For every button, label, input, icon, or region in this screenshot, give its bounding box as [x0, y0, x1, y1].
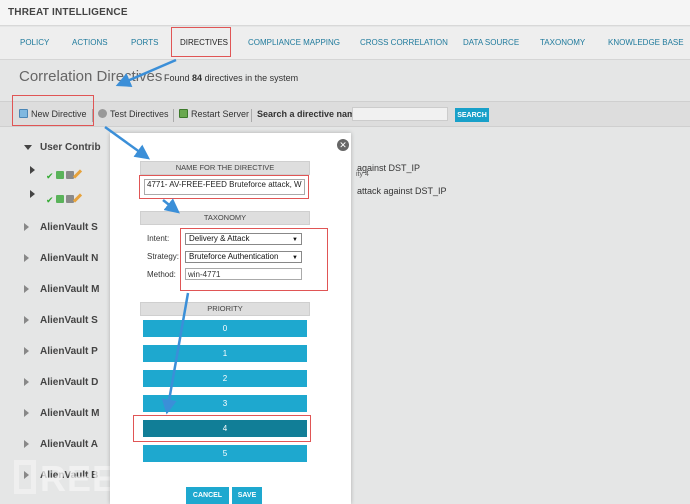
- search-label: Search a directive name:: [257, 109, 364, 119]
- priority-0-button[interactable]: 0: [143, 320, 307, 337]
- tab-directives[interactable]: DIRECTIVES: [180, 38, 228, 47]
- close-icon[interactable]: ✕: [337, 139, 349, 151]
- priority-section-header: PRIORITY: [140, 302, 310, 316]
- tab-policy[interactable]: POLICY: [20, 38, 49, 47]
- test-directives-label: Test Directives: [110, 109, 169, 119]
- priority-3-button[interactable]: 3: [143, 395, 307, 412]
- group-row[interactable]: AlienVault P: [40, 346, 98, 357]
- watermark-logo: [14, 460, 36, 494]
- restart-server-button[interactable]: Restart Server: [179, 109, 249, 119]
- dropdown-caret-icon: ▼: [292, 237, 298, 243]
- directive-row-text: attack against DST_IP: [357, 186, 447, 196]
- new-directive-label: New Directive: [31, 109, 87, 119]
- priority-4-button[interactable]: 4: [143, 420, 307, 437]
- expand-icon[interactable]: [24, 285, 29, 293]
- count-prefix: Found: [164, 73, 190, 83]
- page-title: Correlation Directives: [19, 68, 163, 85]
- group-row[interactable]: AlienVault S: [40, 222, 98, 233]
- method-field[interactable]: [185, 268, 302, 280]
- row-actions: ✔: [46, 166, 83, 181]
- priority-2-button[interactable]: 2: [143, 370, 307, 387]
- count-value: 84: [192, 73, 203, 83]
- strategy-label: Strategy:: [147, 252, 180, 261]
- collapse-icon[interactable]: [24, 145, 32, 150]
- intent-value: Delivery & Attack: [189, 234, 250, 243]
- tab-ports[interactable]: PORTS: [131, 38, 158, 47]
- expand-icon[interactable]: [30, 166, 35, 174]
- new-directive-button[interactable]: New Directive: [19, 109, 87, 119]
- group-row[interactable]: AlienVault M: [40, 408, 99, 419]
- tab-cross-correlation[interactable]: CROSS CORRELATION: [360, 38, 448, 47]
- priority-5-button[interactable]: 5: [143, 445, 307, 462]
- main-nav: POLICY ACTIONS PORTS DIRECTIVES COMPLIAN…: [0, 27, 690, 60]
- expand-icon[interactable]: [24, 316, 29, 324]
- row-actions: ✔: [46, 190, 83, 205]
- group-row[interactable]: AlienVault N: [40, 253, 98, 264]
- group-row[interactable]: AlienVault D: [40, 377, 98, 388]
- gear-icon: [98, 109, 107, 118]
- expand-icon[interactable]: [24, 409, 29, 417]
- new-directive-icon: [19, 109, 28, 118]
- count-suffix: directives in the system: [204, 73, 299, 83]
- intent-select[interactable]: Delivery & Attack ▼: [185, 233, 302, 245]
- toolbar-divider: [92, 109, 93, 122]
- tab-data-source[interactable]: DATA SOURCE: [463, 38, 519, 47]
- group-user-contrib[interactable]: User Contrib: [40, 142, 101, 153]
- test-directives-button[interactable]: Test Directives: [98, 109, 169, 119]
- expand-icon[interactable]: [24, 347, 29, 355]
- expand-icon[interactable]: [24, 440, 29, 448]
- search-button[interactable]: SEARCH: [455, 108, 489, 122]
- restart-icon: [179, 109, 188, 118]
- expand-icon[interactable]: [30, 190, 35, 198]
- expand-icon[interactable]: [24, 223, 29, 231]
- priority-1-button[interactable]: 1: [143, 345, 307, 362]
- cancel-button[interactable]: CANCEL: [186, 487, 229, 504]
- pencil-icon[interactable]: [72, 169, 83, 179]
- tab-taxonomy[interactable]: TAXONOMY: [540, 38, 585, 47]
- enabled-check-icon[interactable]: ✔: [46, 172, 54, 181]
- app-header: THREAT INTELLIGENCE: [0, 0, 690, 26]
- method-label: Method:: [147, 270, 176, 279]
- toolbar: New Directive Test Directives Restart Se…: [0, 101, 690, 127]
- enabled-check-icon[interactable]: ✔: [46, 196, 54, 205]
- name-section-header: NAME FOR THE DIRECTIVE: [140, 161, 310, 175]
- strategy-value: Bruteforce Authentication: [189, 252, 279, 261]
- tab-compliance-mapping[interactable]: COMPLIANCE MAPPING: [248, 38, 340, 47]
- toolbar-divider: [251, 109, 252, 122]
- pencil-icon[interactable]: [72, 193, 83, 203]
- directive-row-subtext: ity 4: [356, 171, 369, 178]
- save-button[interactable]: SAVE: [232, 487, 262, 504]
- restart-server-label: Restart Server: [191, 109, 250, 119]
- copy-icon[interactable]: [56, 195, 64, 203]
- copy-icon[interactable]: [56, 171, 64, 179]
- tab-knowledge-base[interactable]: KNOWLEDGE BASE: [608, 38, 684, 47]
- app-title: THREAT INTELLIGENCE: [8, 7, 128, 18]
- intent-label: Intent:: [147, 234, 170, 243]
- strategy-select[interactable]: Bruteforce Authentication ▼: [185, 251, 302, 263]
- expand-icon[interactable]: [24, 378, 29, 386]
- taxonomy-section-header: TAXONOMY: [140, 211, 310, 225]
- directive-name-field[interactable]: 4771- AV-FREE-FEED Bruteforce attack, W: [144, 179, 305, 195]
- search-input[interactable]: [352, 107, 448, 121]
- toolbar-divider: [173, 109, 174, 122]
- group-row[interactable]: AlienVault S: [40, 315, 98, 326]
- group-row[interactable]: AlienVault A: [40, 439, 98, 450]
- directive-count: Found 84 directives in the system: [164, 73, 298, 83]
- dropdown-caret-icon: ▼: [292, 255, 298, 261]
- tab-actions[interactable]: ACTIONS: [72, 38, 108, 47]
- expand-icon[interactable]: [24, 254, 29, 262]
- group-row[interactable]: AlienVault M: [40, 284, 99, 295]
